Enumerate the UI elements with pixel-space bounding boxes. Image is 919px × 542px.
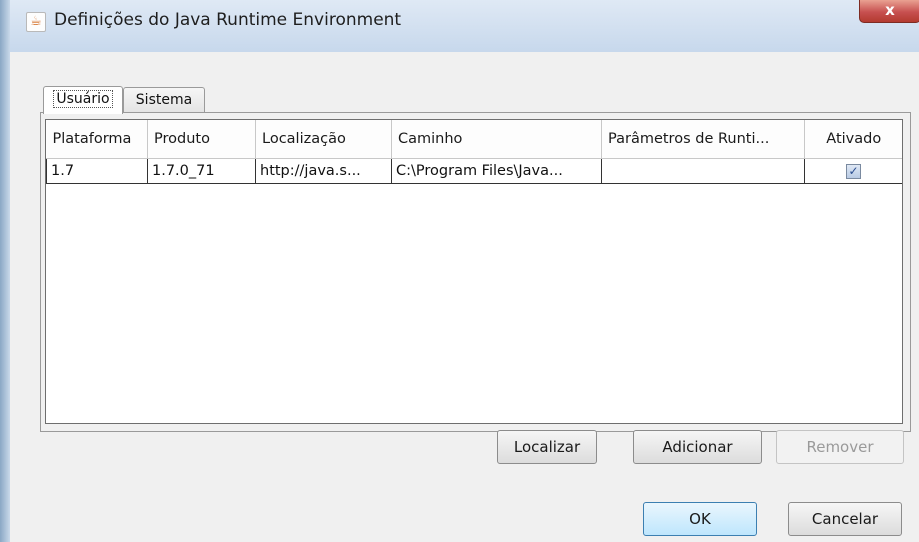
tab-panel: Plataforma Produto Localização Caminho P…: [40, 112, 911, 432]
cell-ativado[interactable]: ✓: [804, 158, 902, 184]
window-title: Definições do Java Runtime Environment: [54, 10, 402, 30]
cell-parametros[interactable]: [601, 158, 805, 184]
ok-button[interactable]: OK: [643, 502, 757, 536]
localizar-button[interactable]: Localizar: [497, 430, 597, 464]
adicionar-button[interactable]: Adicionar: [633, 430, 762, 464]
ativado-checkbox[interactable]: ✓: [846, 163, 861, 179]
table-header: Plataforma Produto Localização Caminho P…: [46, 120, 902, 159]
column-header-parametros[interactable]: Parâmetros de Runti...: [601, 120, 805, 159]
jre-table[interactable]: Plataforma Produto Localização Caminho P…: [45, 119, 903, 424]
java-icon: ☕: [26, 12, 46, 32]
remover-button[interactable]: Remover: [776, 430, 904, 464]
window-left-border: [0, 0, 10, 542]
tab-usuario[interactable]: Usuário: [43, 86, 123, 114]
tab-usuario-label: Usuário: [53, 90, 113, 108]
column-header-localizacao[interactable]: Localização: [255, 120, 392, 159]
table-row[interactable]: 1.7 1.7.0_71 http://java.s... C:\Program…: [46, 158, 902, 184]
cell-plataforma[interactable]: 1.7: [46, 158, 148, 184]
cancelar-button[interactable]: Cancelar: [788, 502, 902, 536]
column-header-caminho[interactable]: Caminho: [391, 120, 602, 159]
cell-localizacao[interactable]: http://java.s...: [255, 158, 392, 184]
dialog-content: Usuário Sistema Plataforma Produto Local…: [10, 52, 919, 542]
cell-caminho[interactable]: C:\Program Files\Java...: [391, 158, 602, 184]
tab-sistema[interactable]: Sistema: [123, 87, 205, 113]
title-bar[interactable]: ☕ Definições do Java Runtime Environment…: [10, 0, 919, 52]
column-header-ativado[interactable]: Ativado: [804, 120, 902, 159]
column-header-plataforma[interactable]: Plataforma: [46, 120, 148, 159]
close-button[interactable]: x: [859, 0, 919, 23]
column-header-produto[interactable]: Produto: [147, 120, 256, 159]
cell-produto[interactable]: 1.7.0_71: [147, 158, 256, 184]
